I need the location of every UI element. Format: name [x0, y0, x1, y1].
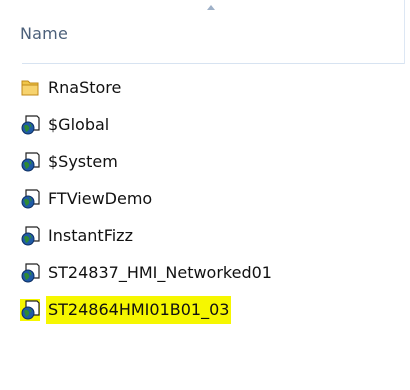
- globe-document-icon: [20, 225, 40, 247]
- column-header-bar: Name: [0, 0, 410, 64]
- item-label: ST24837_HMI_Networked01: [48, 263, 272, 282]
- globe-document-icon: [20, 188, 40, 210]
- item-label: $Global: [48, 115, 110, 134]
- list-item-global[interactable]: $Global: [20, 111, 111, 139]
- list-item-rnastore[interactable]: RnaStore: [20, 74, 123, 102]
- list-item-system[interactable]: $System: [20, 148, 120, 176]
- list-item-st24864hmi01b01-03[interactable]: ST24864HMI01B01_03: [20, 296, 232, 324]
- column-divider[interactable]: [404, 0, 405, 64]
- file-explorer-pane: Name RnaStore $Global $System FTViewDemo…: [0, 0, 410, 390]
- globe-document-icon: [20, 114, 40, 136]
- item-label: $System: [48, 152, 118, 171]
- item-label: FTViewDemo: [48, 189, 153, 208]
- item-label: ST24864HMI01B01_03: [46, 296, 232, 324]
- name-column-header[interactable]: Name: [20, 24, 68, 43]
- item-label: InstantFizz: [48, 226, 133, 245]
- globe-document-icon: [20, 151, 40, 173]
- list-item-instantfizz[interactable]: InstantFizz: [20, 222, 135, 250]
- file-list: RnaStore $Global $System FTViewDemo Inst…: [0, 64, 410, 390]
- item-label: RnaStore: [48, 78, 122, 97]
- folder-icon: [20, 77, 40, 99]
- globe-document-icon: [20, 262, 40, 284]
- sort-ascending-icon: [207, 5, 215, 10]
- list-item-st24837-hmi-networked01[interactable]: ST24837_HMI_Networked01: [20, 259, 274, 287]
- list-item-ftviewdemo[interactable]: FTViewDemo: [20, 185, 154, 213]
- globe-document-icon: [20, 299, 40, 321]
